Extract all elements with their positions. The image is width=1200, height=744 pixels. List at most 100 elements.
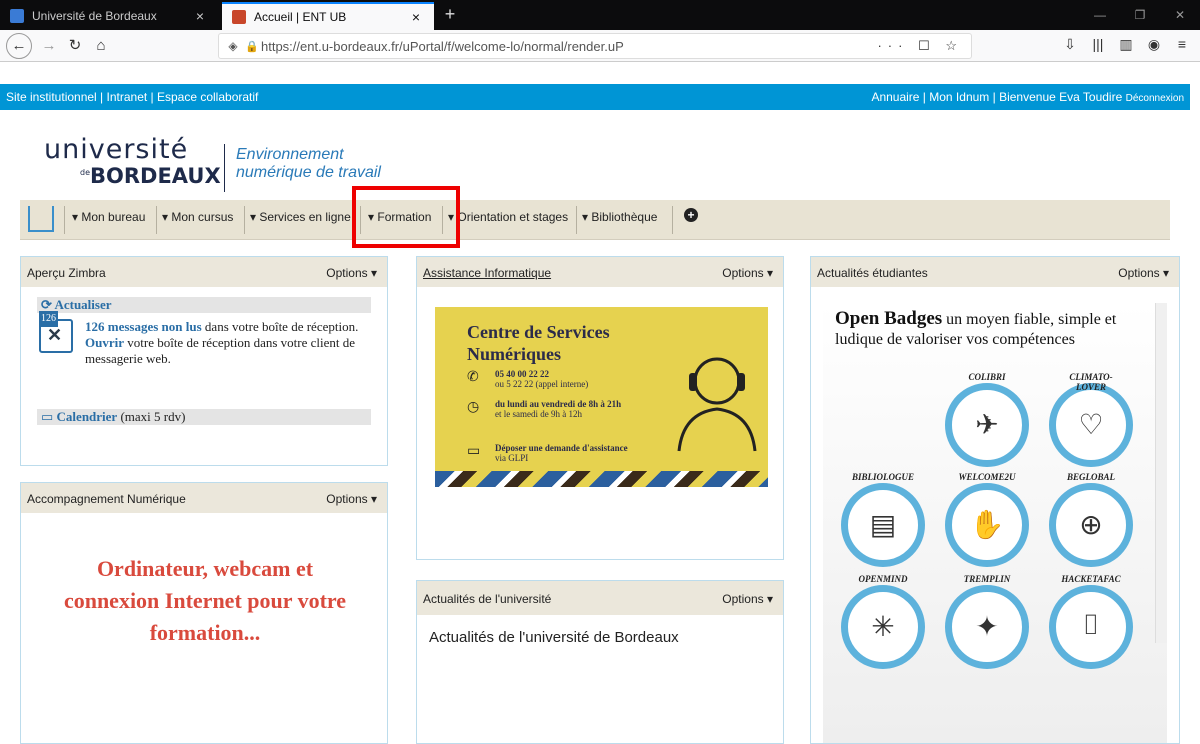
calendar-link[interactable]: Calendrier	[57, 409, 118, 424]
minimize-icon[interactable]: —	[1080, 0, 1120, 30]
computer-icon: ▭	[467, 444, 481, 459]
options-menu[interactable]: Options ▾	[326, 266, 377, 280]
refresh-bar[interactable]: ⟳ Actualiser	[37, 297, 371, 313]
logo-env1: Environnement	[236, 146, 344, 163]
open-badges-carousel[interactable]: Open Badges un moyen fiable, simple et l…	[823, 303, 1167, 743]
user-links-text[interactable]: Annuaire | Mon Idnum | Bienvenue Eva Tou…	[871, 90, 1122, 104]
close-tab-icon[interactable]: ×	[408, 9, 424, 25]
hummingbird-icon: ✈	[975, 410, 999, 441]
portlet-accompagnement: Accompagnement Numérique Options ▾ Ordin…	[20, 482, 388, 744]
scrollbar[interactable]	[1155, 303, 1167, 643]
calendar-bar: ▭ Calendrier (maxi 5 rdv)	[37, 409, 371, 425]
logo-de: de	[80, 168, 90, 177]
options-menu[interactable]: Options ▾	[1118, 266, 1169, 280]
refresh-link[interactable]: Actualiser	[54, 297, 111, 312]
badges-headline: Open Badges un moyen fiable, simple et l…	[835, 309, 1135, 350]
portlet-zimbra: Aperçu Zimbra Options ▾ ⟳ Actualiser 126…	[20, 256, 388, 466]
accompagnement-text[interactable]: Ordinateur, webcam et connexion Internet…	[21, 553, 389, 649]
badge-bibliologue: BIBLIOLOGUE ▤	[841, 472, 925, 567]
back-button[interactable]: ←	[6, 33, 32, 59]
portlet-title[interactable]: Assistance Informatique	[423, 266, 551, 280]
logo-bordeaux: deBORDEAUX	[80, 164, 221, 188]
address-bar[interactable]: ◈ 🔒 https://ent.u-bordeaux.fr/uPortal/f/…	[218, 33, 972, 59]
options-menu[interactable]: Options ▾	[326, 492, 377, 506]
forward-button[interactable]: →	[38, 36, 60, 56]
logout-link[interactable]: Déconnexion	[1126, 93, 1184, 104]
lock-icon[interactable]: 🔒	[243, 40, 261, 53]
badge-label: COLIBRI	[968, 372, 1006, 382]
heart-icon: ♡	[1078, 410, 1104, 441]
menu-icon[interactable]: ≡	[1168, 36, 1196, 53]
logo-env: Environnement numérique de travail	[236, 146, 476, 182]
badge-label: BEGLOBAL	[1066, 472, 1115, 482]
add-tab-button[interactable]: +	[684, 208, 698, 222]
page-actions[interactable]: ··· ☐ ☆	[877, 38, 963, 54]
badge-label: OPENMIND	[858, 574, 908, 584]
banner-request2: via GLPI	[495, 453, 529, 463]
tab-accueil[interactable]: Accueil | ENT UB ×	[222, 2, 434, 30]
url-text[interactable]: https://ent.u-bordeaux.fr/uPortal/f/welc…	[261, 39, 624, 54]
assistance-banner[interactable]: Centre de Services Numériques 05 40 00 2…	[435, 307, 768, 487]
download-icon[interactable]: ⇩	[1056, 36, 1084, 53]
actu-univ-text[interactable]: Actualités de l'université de Bordeaux	[429, 629, 679, 646]
portlet-header: Actualités étudiantes Options ▾	[811, 257, 1179, 287]
nav-mon-bureau[interactable]: ▾ Mon bureau	[72, 210, 145, 224]
close-tab-icon[interactable]: ×	[192, 8, 208, 24]
tab-universite[interactable]: Université de Bordeaux ×	[0, 2, 218, 30]
home-icon[interactable]: ⌂	[90, 36, 112, 56]
portlet-title: Accompagnement Numérique	[27, 492, 186, 506]
nav-label: Orientation et stages	[457, 210, 569, 224]
badge-tremplin: TREMPLIN ✦	[945, 574, 1029, 669]
sidebar-icon[interactable]: ▥	[1112, 36, 1140, 53]
tab-title: Université de Bordeaux	[32, 9, 157, 23]
nav-divider	[244, 206, 245, 234]
open-link[interactable]: Ouvrir	[85, 335, 124, 350]
institution-links[interactable]: Site institutionnel | Intranet | Espace …	[6, 90, 258, 104]
nav-divider	[672, 206, 673, 234]
tab-title: Accueil | ENT UB	[254, 10, 347, 24]
logo-env2: numérique de travail	[236, 164, 381, 181]
banner-phone2: ou 5 22 22 (appel interne)	[495, 379, 589, 389]
badge-openmind: OPENMIND ✳	[841, 574, 925, 669]
library-icon[interactable]: |||	[1084, 36, 1112, 53]
nav-label: Bibliothèque	[591, 210, 658, 224]
book-icon: ▤	[869, 510, 897, 541]
calendar-icon: ▭	[41, 409, 54, 424]
browser-tools: ⇩ ||| ▥ ◉ ≡	[1056, 36, 1196, 53]
compass-icon: ✦	[975, 612, 999, 643]
main-nav: ▾ Mon bureau ▾ Mon cursus ▾ Services en …	[20, 200, 1170, 240]
nav-divider	[64, 206, 65, 234]
nav-divider	[156, 206, 157, 234]
nav-label: Mon cursus	[171, 210, 234, 224]
window-controls: — ❐ ✕	[1080, 0, 1200, 30]
options-menu[interactable]: Options ▾	[722, 592, 773, 606]
nav-bibliotheque[interactable]: ▾ Bibliothèque	[582, 210, 657, 224]
portlet-title: Actualités étudiantes	[817, 266, 928, 280]
shield-icon[interactable]: ◈	[223, 39, 243, 53]
favicon-icon	[232, 10, 246, 24]
options-label: Options	[722, 592, 764, 606]
options-menu[interactable]: Options ▾	[722, 266, 773, 280]
phone-icon: ✆	[467, 370, 479, 385]
banner-hours: du lundi au vendredi de 8h à 21h	[495, 399, 622, 409]
portlet-title: Actualités de l'université	[423, 592, 552, 606]
globe-icon: ⊕	[1079, 510, 1103, 541]
portlet-actualites-etudiantes: Actualités étudiantes Options ▾ Open Bad…	[810, 256, 1180, 744]
nav-divider	[576, 206, 577, 234]
badge-label: TREMPLIN	[963, 574, 1011, 584]
badge-label: WELCOME2U	[958, 472, 1016, 482]
unread-link[interactable]: 126 messages non lus	[85, 319, 202, 334]
maximize-icon[interactable]: ❐	[1120, 0, 1160, 30]
home-icon[interactable]	[28, 206, 54, 232]
account-icon[interactable]: ◉	[1140, 36, 1168, 53]
options-label: Options	[326, 492, 368, 506]
logo-bordeaux-text: BORDEAUX	[90, 164, 221, 188]
close-window-icon[interactable]: ✕	[1160, 0, 1200, 30]
new-tab-button[interactable]: +	[440, 4, 460, 25]
university-logo: université deBORDEAUX Environnement numér…	[44, 134, 381, 192]
banner-hours2: et le samedi de 9h à 12h	[495, 409, 582, 419]
nav-mon-cursus[interactable]: ▾ Mon cursus	[162, 210, 233, 224]
reload-icon[interactable]: ↻	[64, 36, 86, 56]
nav-services-en-ligne[interactable]: ▾ Services en ligne	[250, 210, 351, 224]
nav-orientation[interactable]: ▾ Orientation et stages	[448, 210, 568, 224]
